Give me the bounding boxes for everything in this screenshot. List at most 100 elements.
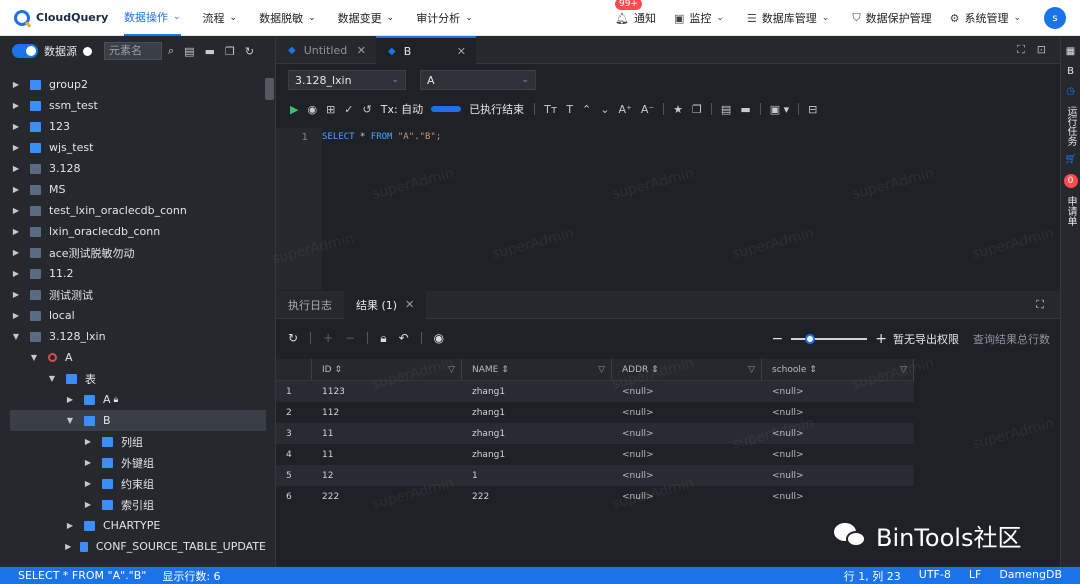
- font-decrease-icon[interactable]: A⁻: [641, 103, 654, 116]
- collapse-icon[interactable]: ⌄: [600, 103, 609, 116]
- row-number[interactable]: 2: [276, 402, 312, 423]
- tree-node[interactable]: ▶ MS: [10, 179, 266, 200]
- row-number[interactable]: 5: [276, 465, 312, 486]
- cell-id[interactable]: 11: [312, 423, 462, 444]
- close-icon[interactable]: ✕: [405, 298, 414, 311]
- cell-schoole[interactable]: <null>: [762, 444, 914, 465]
- application-form-button[interactable]: 申请单: [1063, 196, 1078, 226]
- caret-right-icon[interactable]: ▶: [10, 185, 22, 194]
- tree-node[interactable]: ▶ 123: [10, 116, 266, 137]
- tree-node[interactable]: ▶ wjs_test: [10, 137, 266, 158]
- delete-row-icon[interactable]: −: [345, 331, 355, 345]
- uppercase-icon[interactable]: T: [566, 103, 573, 116]
- theme-toggle[interactable]: [12, 44, 38, 58]
- tree-node[interactable]: ▶ 3.128: [10, 158, 266, 179]
- caret-right-icon[interactable]: ▶: [10, 311, 22, 320]
- nav-item-data-operation[interactable]: 数据操作 ⌄: [124, 0, 181, 36]
- caret-right-icon[interactable]: ▶: [64, 395, 76, 404]
- copy-icon[interactable]: ❐: [692, 103, 702, 116]
- caret-down-icon[interactable]: ▼: [28, 353, 40, 362]
- table-row[interactable]: 1 1123 zhang1 <null> <null>: [276, 381, 914, 402]
- caret-right-icon[interactable]: ▶: [10, 269, 22, 278]
- cell-id[interactable]: 222: [312, 486, 462, 507]
- cell-name[interactable]: zhang1: [462, 444, 612, 465]
- table-row[interactable]: 5 12 1 <null> <null>: [276, 465, 914, 486]
- folder-icon[interactable]: ▬: [740, 103, 750, 116]
- sql-code[interactable]: SELECT * FROM "A"."B";: [322, 132, 441, 142]
- tree-node[interactable]: ▶ local: [10, 305, 266, 326]
- tree-node[interactable]: ▶ ssm_test: [10, 95, 266, 116]
- filter-icon[interactable]: ▽: [598, 365, 605, 375]
- tree-node[interactable]: ▶ 索引组: [10, 494, 266, 515]
- caret-down-icon[interactable]: ▼: [10, 332, 22, 341]
- status-eol[interactable]: LF: [969, 568, 981, 584]
- save-icon[interactable]: ▣ ▾: [770, 103, 789, 116]
- caret-right-icon[interactable]: ▶: [10, 143, 22, 152]
- rollback-icon[interactable]: ↺: [363, 103, 372, 116]
- filter-icon[interactable]: ▽: [900, 365, 907, 375]
- cell-addr[interactable]: <null>: [612, 486, 762, 507]
- caret-right-icon[interactable]: ▶: [10, 101, 22, 110]
- tree-node[interactable]: ▶ group2: [10, 74, 266, 95]
- search-icon[interactable]: ⌕: [168, 44, 174, 58]
- caret-right-icon[interactable]: ▶: [10, 290, 22, 299]
- caret-right-icon[interactable]: ▶: [10, 227, 22, 236]
- lock-icon[interactable]: 🔒︎: [380, 331, 386, 346]
- cell-name[interactable]: zhang1: [462, 402, 612, 423]
- nav-item-desensitize[interactable]: 数据脱敏 ⌄: [259, 0, 316, 36]
- run-icon[interactable]: ▶: [290, 103, 298, 116]
- caret-right-icon[interactable]: ▶: [82, 458, 94, 467]
- tree-node[interactable]: ▶ A 🔒︎: [10, 389, 266, 410]
- tree-node[interactable]: ▼ 3.128_lxin: [10, 326, 266, 347]
- nav-item-process[interactable]: 流程 ⌄: [203, 0, 238, 36]
- query-total-rows-button[interactable]: 查询结果总行数: [973, 331, 1050, 347]
- tab-b[interactable]: ◆ B ✕: [376, 36, 476, 64]
- table-row[interactable]: 4 11 zhang1 <null> <null>: [276, 444, 914, 465]
- caret-down-icon[interactable]: ▼: [46, 374, 58, 383]
- tree-node[interactable]: ▶ CHARTYPE: [10, 515, 266, 536]
- filter-icon[interactable]: ▽: [748, 365, 755, 375]
- add-row-icon[interactable]: +: [323, 331, 333, 345]
- format-icon[interactable]: Tт: [544, 103, 557, 116]
- grid-icon[interactable]: ▦: [1066, 46, 1075, 58]
- tx-mode-select[interactable]: Tx: 自动: [381, 101, 423, 117]
- zoom-slider[interactable]: [791, 334, 868, 344]
- caret-right-icon[interactable]: ▶: [10, 80, 22, 89]
- caret-right-icon[interactable]: ▶: [64, 521, 76, 530]
- expand-icon[interactable]: ⌃: [582, 103, 591, 116]
- col-header-addr[interactable]: ADDR ⇕ ▽: [612, 359, 762, 380]
- cell-addr[interactable]: <null>: [612, 465, 762, 486]
- tree-node[interactable]: ▶ 测试测试: [10, 284, 266, 305]
- table-row[interactable]: 3 11 zhang1 <null> <null>: [276, 423, 914, 444]
- tree-node[interactable]: ▶ test_lxin_oraclecdb_conn: [10, 200, 266, 221]
- schema-select[interactable]: A ⌄: [420, 70, 536, 90]
- tab-result-1[interactable]: 结果 (1) ✕: [344, 290, 427, 319]
- tree-node[interactable]: ▶ ace测试脱敏勿动: [10, 242, 266, 263]
- filter-icon[interactable]: ▽: [448, 365, 455, 375]
- caret-down-icon[interactable]: ▼: [64, 416, 76, 425]
- cell-schoole[interactable]: <null>: [762, 465, 914, 486]
- folder-icon[interactable]: ▬: [205, 45, 215, 58]
- sidebar-scrollbar[interactable]: [265, 78, 274, 100]
- cell-name[interactable]: zhang1: [462, 381, 612, 402]
- cell-id[interactable]: 1123: [312, 381, 462, 402]
- tree-node[interactable]: ▼ 表: [10, 368, 266, 389]
- col-header-id[interactable]: ID ⇕ ▽: [312, 359, 462, 380]
- eye-icon[interactable]: ◉: [434, 331, 444, 345]
- tree-node[interactable]: ▼ B: [10, 410, 266, 431]
- app-logo[interactable]: CloudQuery: [14, 9, 124, 26]
- datasource-toggle-dot[interactable]: [83, 46, 92, 56]
- col-header-name[interactable]: NAME ⇕ ▽: [462, 359, 612, 380]
- file-icon[interactable]: ▤: [184, 45, 194, 58]
- split-icon[interactable]: ⊡: [1037, 43, 1046, 56]
- fullscreen-icon[interactable]: ⛶: [1036, 298, 1044, 312]
- copy-icon[interactable]: ❐: [225, 45, 235, 58]
- cell-schoole[interactable]: <null>: [762, 486, 914, 507]
- commit-icon[interactable]: ✓: [344, 103, 353, 116]
- tree-node[interactable]: ▼ A: [10, 347, 266, 368]
- cell-schoole[interactable]: <null>: [762, 423, 914, 444]
- tree-node[interactable]: ▶ lxin_oraclecdb_conn: [10, 221, 266, 242]
- tree-node[interactable]: ▶ 外键组: [10, 452, 266, 473]
- caret-right-icon[interactable]: ▶: [82, 479, 94, 488]
- cell-addr[interactable]: <null>: [612, 402, 762, 423]
